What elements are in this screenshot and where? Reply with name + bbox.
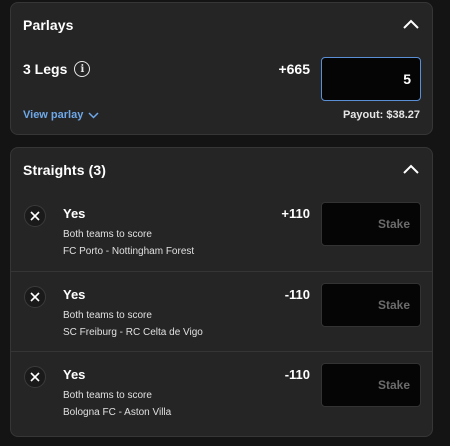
- straights-title: Straights (3): [23, 162, 106, 178]
- close-icon: [30, 292, 40, 302]
- parlay-legs: 3 Legs i: [23, 61, 91, 77]
- remove-bet-button[interactable]: [24, 286, 46, 308]
- bet-odds: -110: [284, 367, 310, 382]
- bet-event: Bologna FC - Aston Villa: [63, 407, 172, 418]
- bet-selection: Yes: [63, 367, 86, 382]
- view-parlay-label: View parlay: [23, 109, 84, 121]
- parlay-stake-input[interactable]: [321, 57, 421, 101]
- bet-market: Both teams to score: [63, 229, 152, 240]
- parlay-payout: Payout: $38.27: [342, 109, 420, 121]
- bet-event: SC Freiburg - RC Celta de Vigo: [63, 327, 203, 338]
- close-icon: [30, 372, 40, 382]
- stake-input[interactable]: [321, 283, 421, 327]
- chevron-up-icon[interactable]: [402, 18, 420, 30]
- view-parlay-link[interactable]: View parlay: [23, 109, 99, 121]
- legs-label: 3 Legs: [23, 61, 68, 77]
- parlay-title: Parlays: [23, 17, 74, 33]
- straights-card: Straights (3) Yes Both teams to score FC…: [10, 147, 433, 437]
- chevron-up-icon[interactable]: [402, 163, 420, 175]
- parlay-odds: +665: [278, 61, 310, 77]
- remove-bet-button[interactable]: [24, 366, 46, 388]
- bet-market: Both teams to score: [63, 310, 152, 321]
- stake-input[interactable]: [321, 202, 421, 246]
- chevron-down-icon: [88, 111, 99, 119]
- remove-bet-button[interactable]: [24, 205, 46, 227]
- stake-input[interactable]: [321, 363, 421, 407]
- bet-odds: -110: [284, 287, 310, 302]
- bet-row: Yes Both teams to score SC Freiburg - RC…: [11, 271, 432, 352]
- bet-row: Yes Both teams to score FC Porto - Notti…: [11, 191, 432, 271]
- bet-market: Both teams to score: [63, 390, 152, 401]
- bet-row: Yes Both teams to score Bologna FC - Ast…: [11, 351, 432, 432]
- bet-selection: Yes: [63, 206, 86, 221]
- bet-selection: Yes: [63, 287, 86, 302]
- parlay-card: Parlays 3 Legs i +665 View parlay Payout…: [10, 2, 433, 135]
- info-icon[interactable]: i: [74, 61, 91, 77]
- close-icon: [30, 211, 40, 221]
- bet-odds: +110: [281, 206, 310, 221]
- bet-event: FC Porto - Nottingham Forest: [63, 246, 195, 257]
